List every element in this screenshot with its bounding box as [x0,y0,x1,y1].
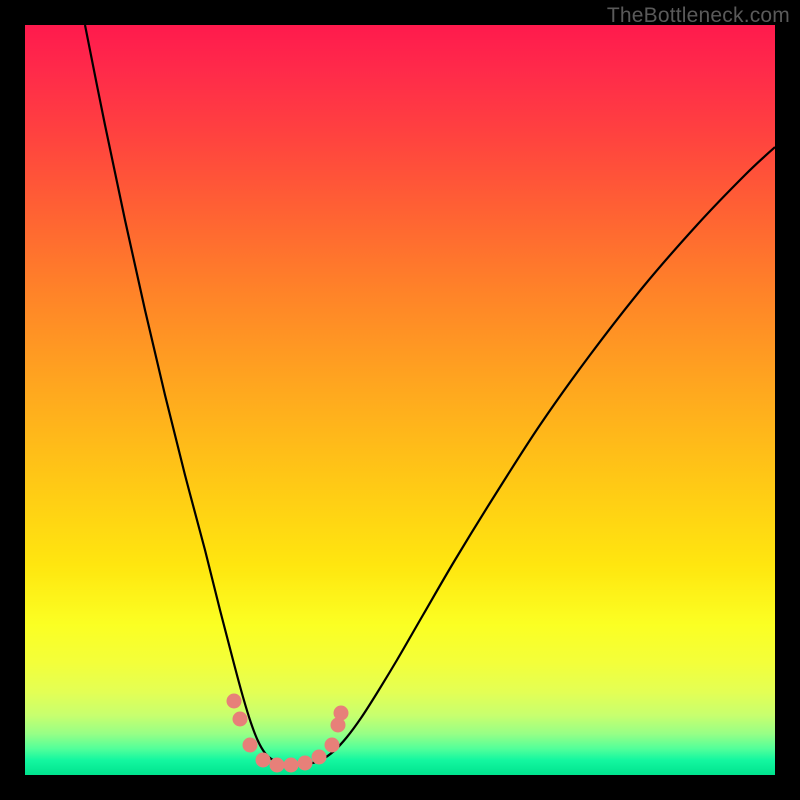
curve-marker [325,738,340,753]
plot-area [25,25,775,775]
curve-marker [312,750,327,765]
bottleneck-curve [25,25,775,775]
curve-marker [227,694,242,709]
curve-path [85,25,775,765]
curve-marker [233,712,248,727]
curve-marker [284,758,299,773]
chart-frame: TheBottleneck.com [0,0,800,800]
curve-marker [270,758,285,773]
curve-marker [256,753,271,768]
curve-marker [334,706,349,721]
curve-marker [243,738,258,753]
curve-marker [298,756,313,771]
curve-marker [331,718,346,733]
watermark-text: TheBottleneck.com [607,4,790,28]
